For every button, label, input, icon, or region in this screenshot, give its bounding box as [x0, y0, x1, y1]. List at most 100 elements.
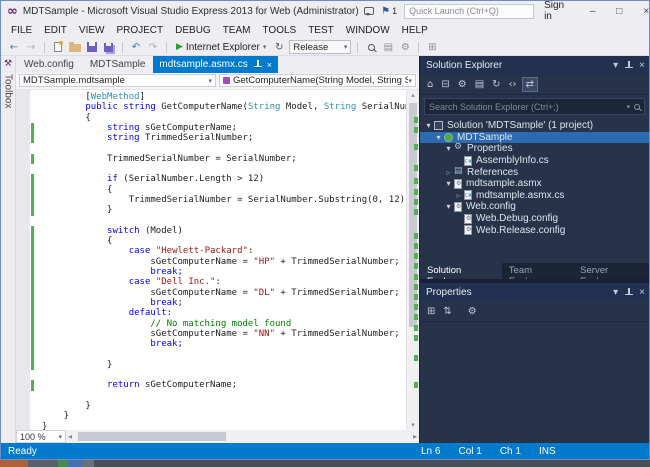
- code-editor[interactable]: [WebMethod] public string GetComputerNam…: [30, 90, 406, 430]
- maximize-button[interactable]: □: [609, 5, 629, 18]
- expanded-icon[interactable]: ▾: [444, 202, 453, 211]
- close-icon[interactable]: ×: [267, 60, 272, 70]
- change-mark: [414, 199, 418, 205]
- member-dropdown[interactable]: GetComputerName(String Model, String Ser…: [219, 74, 416, 87]
- code-line: sGetComputerName = "HP" + TrimmedSerialN…: [30, 257, 406, 267]
- change-mark: [414, 209, 418, 215]
- solution-search-input[interactable]: [429, 102, 622, 112]
- tree-item-solution-mdtsample-1-project[interactable]: ▾Solution 'MDTSample' (1 project): [420, 120, 649, 132]
- new-file-icon[interactable]: [51, 40, 65, 55]
- expanded-icon[interactable]: ▾: [444, 179, 453, 188]
- menu-help[interactable]: HELP: [396, 23, 434, 38]
- menu-test[interactable]: TEST: [302, 23, 340, 38]
- run-icon: ▶: [176, 42, 183, 52]
- save-icon[interactable]: [85, 40, 99, 55]
- navigate-backward-icon[interactable]: ←: [7, 40, 21, 55]
- change-mark: [414, 233, 418, 239]
- pin-icon[interactable]: [624, 61, 633, 70]
- chevron-down-icon[interactable]: ▾: [626, 103, 630, 111]
- extensions-icon[interactable]: ⊞: [425, 40, 439, 55]
- menu-team[interactable]: TEAM: [217, 23, 257, 38]
- menu-edit[interactable]: EDIT: [38, 23, 73, 38]
- tab-mdtsample-asmx-cs[interactable]: mdtsample.asmx.cs×: [153, 56, 278, 73]
- panel-tab-team-explorer[interactable]: Team Explorer: [502, 263, 573, 279]
- solution-explorer-toggle-icon[interactable]: ▤: [381, 40, 395, 55]
- expanded-icon[interactable]: ▾: [424, 121, 433, 130]
- scope-dropdown[interactable]: MDTSample.mdtsample ▾: [19, 74, 216, 87]
- browser-link-refresh-icon[interactable]: ↻: [272, 40, 286, 55]
- expanded-icon[interactable]: ▾: [444, 144, 453, 153]
- property-pages-icon[interactable]: ⚙: [465, 305, 480, 318]
- view-code-icon[interactable]: ‹›: [506, 78, 520, 91]
- window-position-icon[interactable]: ▾: [613, 287, 618, 298]
- undo-icon[interactable]: ↶: [129, 40, 143, 55]
- categorized-icon[interactable]: ⊞: [424, 305, 438, 318]
- collapsed-icon[interactable]: ▹: [444, 168, 453, 177]
- feedback-icon[interactable]: [364, 7, 374, 15]
- tree-item-assemblyinfo-cs[interactable]: AssemblyInfo.cs: [420, 155, 649, 167]
- collapse-all-icon[interactable]: ⊟: [438, 78, 452, 91]
- home-icon[interactable]: ⌂: [424, 78, 436, 91]
- scroll-up-icon[interactable]: ▴: [407, 91, 419, 99]
- editor-horizontal-scrollbar[interactable]: ◂ ▸: [66, 430, 419, 443]
- solution-configuration-dropdown[interactable]: Release▾: [289, 40, 351, 54]
- pin-icon[interactable]: [253, 60, 262, 69]
- open-file-icon[interactable]: [68, 40, 82, 55]
- tree-item-mdtsample-asmx[interactable]: ▾mdtsample.asmx: [420, 178, 649, 190]
- tab-web-config[interactable]: Web.config: [16, 56, 82, 73]
- menu-view[interactable]: VIEW: [73, 23, 111, 38]
- start-debugging-button[interactable]: ▶Internet Explorer▾: [173, 40, 269, 55]
- horizontal-scrollbar-thumb[interactable]: [78, 432, 226, 441]
- close-icon[interactable]: ×: [639, 287, 645, 298]
- collapsed-icon[interactable]: ▹: [454, 191, 463, 200]
- editor-vertical-scrollbar[interactable]: ▴ ▾: [406, 90, 419, 430]
- properties-icon[interactable]: ⚙: [455, 78, 470, 91]
- tree-item-references[interactable]: ▹References: [420, 166, 649, 178]
- find-in-files-icon[interactable]: [364, 40, 378, 55]
- title-bar: ∞ MDTSample - Microsoft Visual Studio Ex…: [1, 1, 649, 21]
- expanded-icon[interactable]: ▾: [434, 133, 443, 142]
- change-mark: [414, 355, 418, 361]
- panel-tab-solution-explorer[interactable]: Solution Explorer: [420, 263, 502, 279]
- show-all-files-icon[interactable]: ▤: [472, 78, 487, 91]
- scroll-down-icon[interactable]: ▾: [407, 421, 419, 429]
- sync-with-active-document-icon[interactable]: ⇄: [522, 77, 538, 92]
- tree-item-properties[interactable]: ▾Properties: [420, 143, 649, 155]
- notifications-button[interactable]: ⚑ 1: [381, 6, 397, 17]
- tree-item-web-config[interactable]: ▾Web.config: [420, 201, 649, 213]
- refresh-icon[interactable]: ↻: [489, 78, 503, 91]
- panel-tab-server-explorer[interactable]: Server Explorer: [573, 263, 649, 279]
- pin-icon[interactable]: [624, 288, 633, 297]
- redo-icon[interactable]: ↷: [146, 40, 160, 55]
- solution-explorer-panel: Solution Explorer ▾ × ⌂⊟⚙▤↻‹›⇄ ▾ ▾Soluti…: [420, 56, 649, 263]
- scroll-left-icon[interactable]: ◂: [68, 432, 72, 441]
- save-all-icon[interactable]: [102, 40, 116, 55]
- alphabetical-icon[interactable]: ⇅: [440, 305, 454, 318]
- quick-launch-input[interactable]: [404, 4, 534, 19]
- menu-project[interactable]: PROJECT: [110, 23, 169, 38]
- close-icon[interactable]: ×: [639, 60, 645, 71]
- code-text: return sGetComputerName;: [42, 380, 237, 390]
- toolbox-tab[interactable]: ⚒ Toolbox: [1, 56, 16, 443]
- code-line: TrimmedSerialNumber = SerialNumber.Subst…: [30, 195, 406, 205]
- navigate-forward-icon[interactable]: →: [24, 40, 38, 55]
- tree-item-mdtsample-asmx-cs[interactable]: ▹mdtsample.asmx.cs: [420, 190, 649, 202]
- menu-debug[interactable]: DEBUG: [169, 23, 217, 38]
- minimize-button[interactable]: –: [583, 5, 603, 18]
- properties-window-icon[interactable]: ⚙: [398, 40, 412, 55]
- scroll-right-icon[interactable]: ▸: [413, 432, 417, 441]
- sign-in-link[interactable]: Sign in: [541, 0, 576, 22]
- tree-item-mdtsample[interactable]: ▾MDTSample: [420, 132, 649, 144]
- editor-glyph-margin[interactable]: [16, 90, 30, 430]
- close-button[interactable]: ×: [636, 5, 650, 18]
- tab-mdtsample[interactable]: MDTSample: [82, 56, 154, 73]
- menu-tools[interactable]: TOOLS: [256, 23, 302, 38]
- change-mark: [414, 263, 418, 269]
- tree-item-web-debug-config[interactable]: Web.Debug.config: [420, 213, 649, 225]
- tree-item-web-release-config[interactable]: Web.Release.config: [420, 224, 649, 236]
- title-bar-right: ⚑ 1 Sign in – □ ×: [364, 0, 650, 22]
- window-position-icon[interactable]: ▾: [613, 60, 618, 71]
- menu-window[interactable]: WINDOW: [340, 23, 396, 38]
- menu-file[interactable]: FILE: [5, 23, 38, 38]
- zoom-dropdown[interactable]: 100 % ▾: [16, 430, 66, 443]
